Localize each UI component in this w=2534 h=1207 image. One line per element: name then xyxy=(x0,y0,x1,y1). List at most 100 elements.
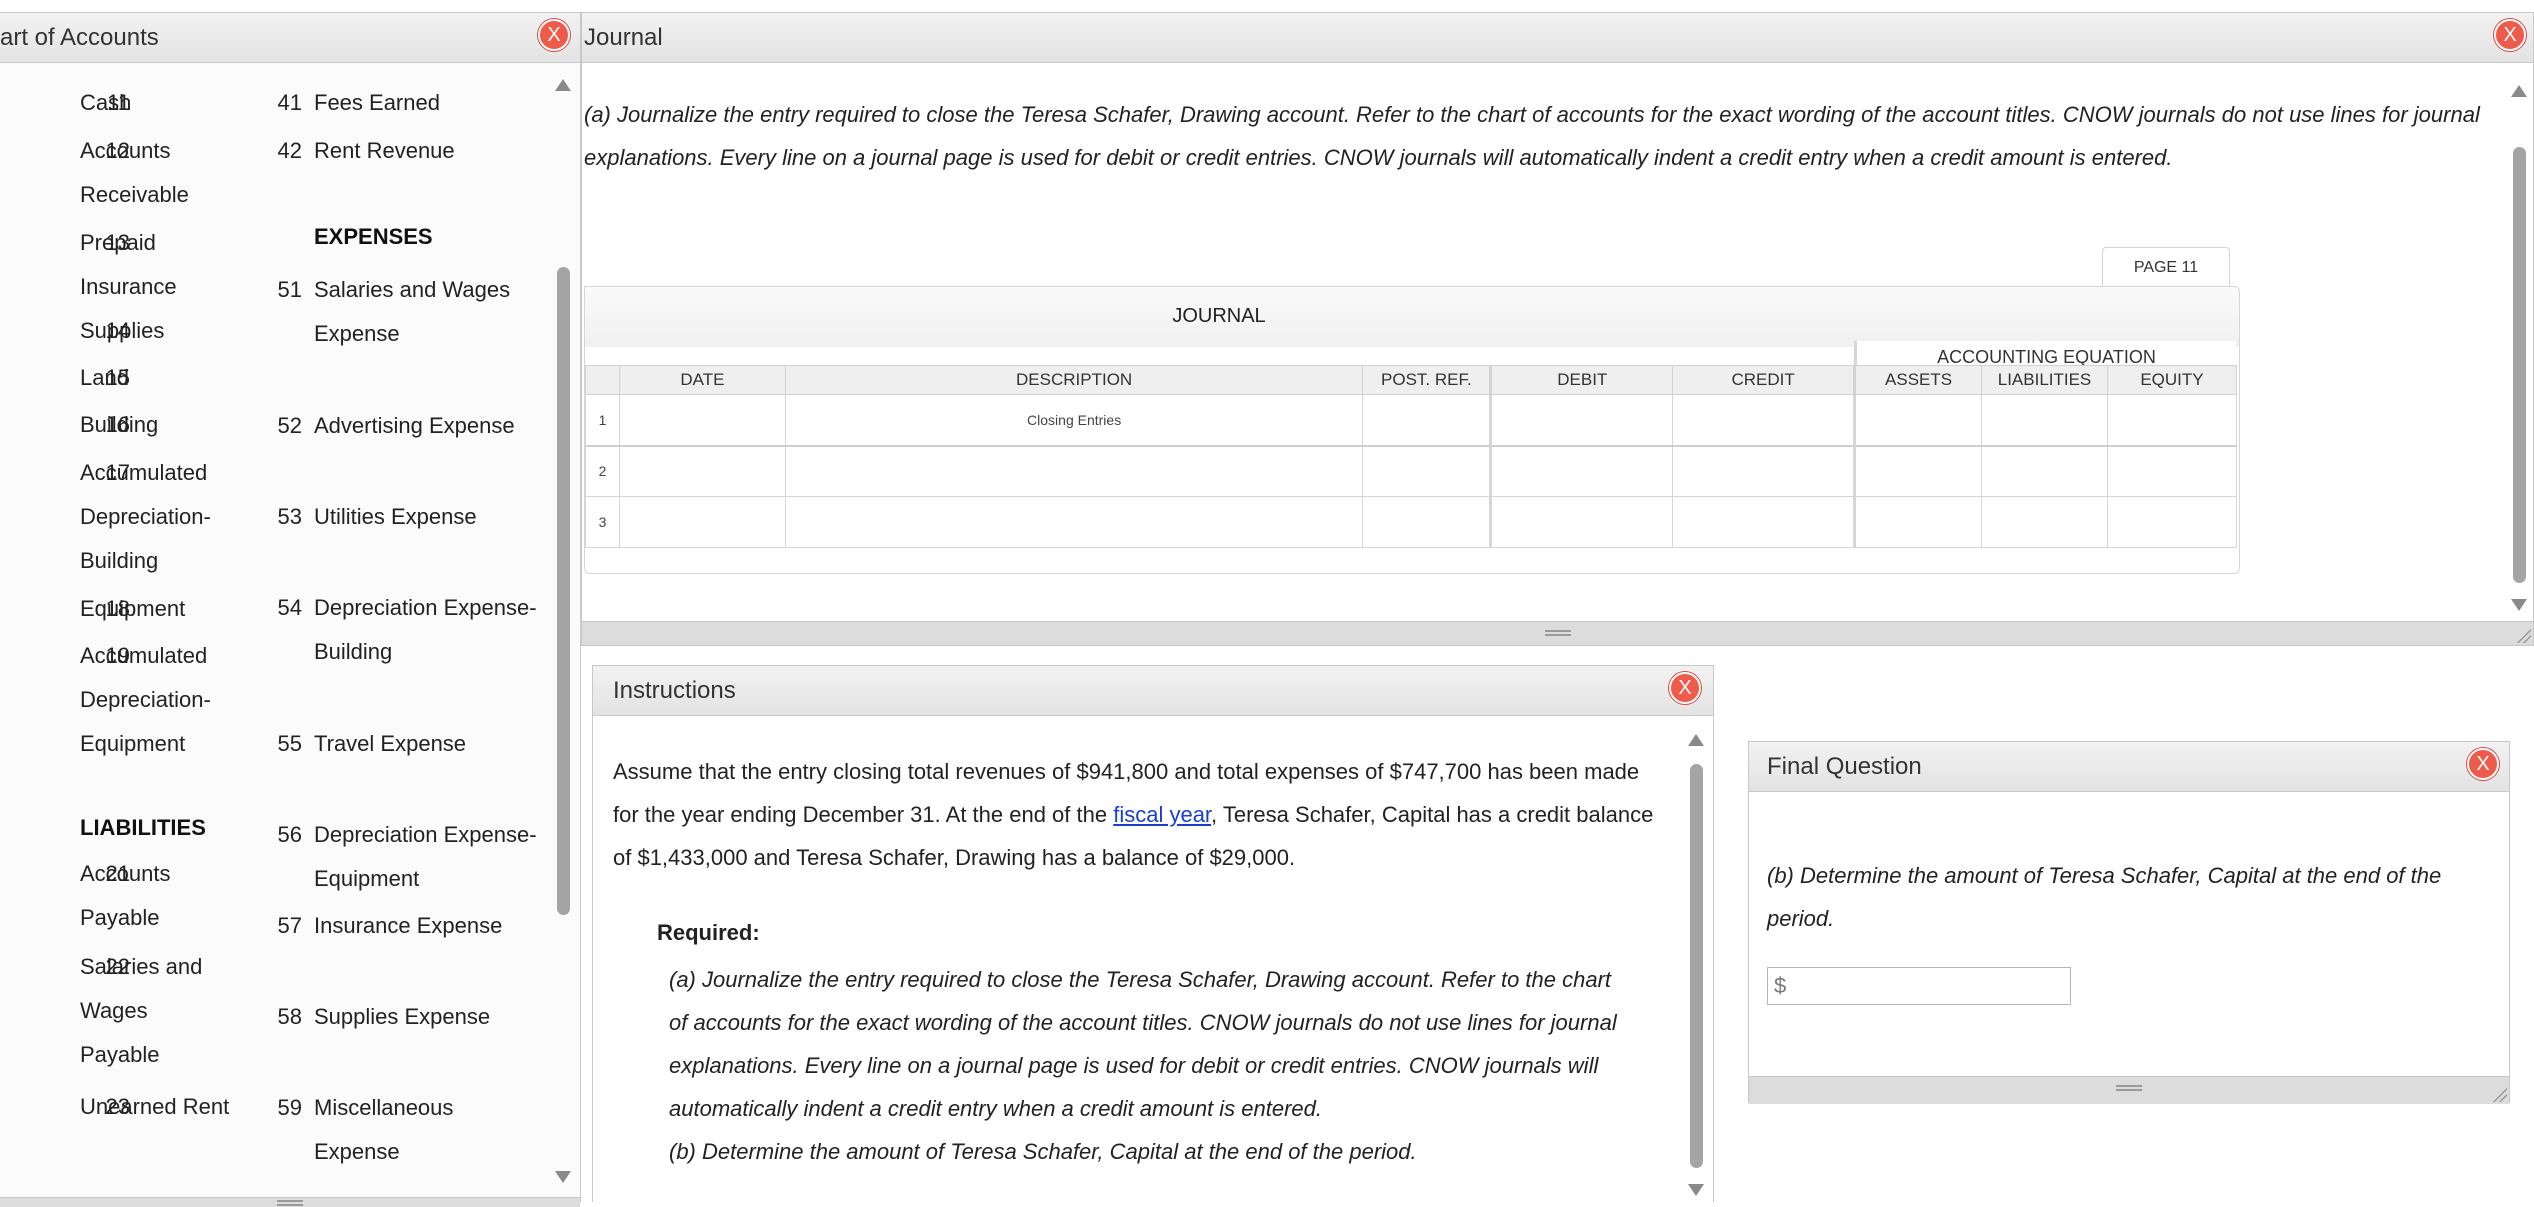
scroll-down-icon[interactable] xyxy=(1688,1184,1704,1196)
resize-corner-icon[interactable] xyxy=(2491,1086,2507,1102)
description-cell[interactable]: Closing Entries xyxy=(784,394,1364,446)
assets-cell[interactable] xyxy=(1854,496,1983,548)
fiscal-year-link[interactable]: fiscal year xyxy=(1113,802,1211,827)
coa-right-column: 41 Fees Earned 42 Rent Revenue EXPENSES 51 Sal… xyxy=(232,65,552,1185)
account-title: Insurance Expense xyxy=(314,913,503,938)
journal-row: 1 Closing Entries xyxy=(585,394,2237,446)
debit-cell[interactable] xyxy=(1490,394,1674,446)
date-cell[interactable] xyxy=(618,394,786,446)
post-ref-cell[interactable] xyxy=(1362,394,1493,446)
account-title: Prepaid Insurance xyxy=(80,230,177,299)
equity-cell[interactable] xyxy=(2107,496,2237,548)
close-icon[interactable]: X xyxy=(2494,19,2526,51)
close-icon[interactable]: X xyxy=(1669,672,1701,704)
journal-panel: Journal X (a) Journalize the entry requi… xyxy=(581,12,2534,646)
scroll-thumb[interactable] xyxy=(2513,147,2526,583)
journal-widget: JOURNAL ACCOUNTING EQUATION DATE DESCRIP… xyxy=(584,286,2240,574)
required-part-a: (a) Journalize the entry required to clo… xyxy=(669,967,1617,1121)
instructions-scrollbar[interactable] xyxy=(1685,726,1707,1203)
journal-scrollbar[interactable] xyxy=(2508,73,2530,623)
resize-grip-icon[interactable] xyxy=(277,1200,303,1206)
resize-grip-icon[interactable] xyxy=(1544,630,1571,636)
description-header: DESCRIPTION xyxy=(784,365,1364,395)
liabilities-cell[interactable] xyxy=(1981,394,2108,446)
accounting-equation-label: ACCOUNTING EQUATION xyxy=(1937,347,2156,365)
account-title: Advertising Expense xyxy=(314,413,515,438)
post-ref-header: POST. REF. xyxy=(1362,365,1493,395)
account-title: Land xyxy=(80,365,129,390)
credit-header: CREDIT xyxy=(1672,365,1857,395)
chart-of-accounts-titlebar[interactable]: art of Accounts xyxy=(0,13,580,63)
close-icon[interactable]: X xyxy=(538,19,570,51)
final-question-titlebar[interactable]: Final Question xyxy=(1749,742,2509,792)
final-question-resize-bar[interactable] xyxy=(1749,1076,2509,1104)
scroll-up-icon[interactable] xyxy=(2511,85,2527,97)
account-title: Supplies xyxy=(80,318,165,343)
account-title: Cash xyxy=(80,90,132,115)
account-title: Accumulated Depreciation-Building xyxy=(80,460,211,573)
account-number: 57 xyxy=(277,913,302,938)
final-question-text: (b) Determine the amount of Teresa Schaf… xyxy=(1767,863,2442,931)
instructions-titlebar[interactable]: Instructions xyxy=(593,666,1713,716)
journal-row: 2 xyxy=(585,445,2237,497)
instructions-panel: Instructions X Assume that the entry clo… xyxy=(592,665,1714,1203)
coa-resize-bar[interactable] xyxy=(0,1197,580,1207)
account-title: Accumulated Depreciation-Equipment xyxy=(80,643,211,756)
coa-scrollbar[interactable] xyxy=(552,71,574,1189)
description-cell[interactable] xyxy=(784,445,1364,497)
account-number: 56 xyxy=(277,822,302,847)
journal-titlebar[interactable]: Journal xyxy=(582,13,2533,63)
debit-cell[interactable] xyxy=(1490,445,1674,497)
instructions-body: Assume that the entry closing total reve… xyxy=(613,750,1667,879)
account-number: 51 xyxy=(277,277,302,302)
scroll-thumb[interactable] xyxy=(557,267,570,915)
debit-cell[interactable] xyxy=(1490,496,1674,548)
liabilities-cell[interactable] xyxy=(1981,496,2108,548)
account-number: 41 xyxy=(277,90,302,115)
capital-amount-input[interactable]: $ xyxy=(1767,967,2071,1005)
scroll-up-icon[interactable] xyxy=(1688,734,1704,746)
coa-left-column: 11 Cash 12 Accounts Receivable 13 Prepaid Ins… xyxy=(0,65,270,1185)
account-title: Miscellaneous Expense xyxy=(314,1095,454,1164)
row-number: 2 xyxy=(585,445,620,497)
resize-grip-icon[interactable] xyxy=(2116,1085,2142,1091)
instructions-title: Instructions xyxy=(613,677,736,704)
scroll-down-icon[interactable] xyxy=(2511,599,2527,611)
currency-symbol: $ xyxy=(1774,973,1787,998)
account-title: Accounts Payable xyxy=(80,861,171,930)
description-cell[interactable] xyxy=(784,496,1364,548)
account-number: 53 xyxy=(277,504,302,529)
credit-cell[interactable] xyxy=(1672,445,1857,497)
date-cell[interactable] xyxy=(618,496,786,548)
credit-cell[interactable] xyxy=(1672,496,1857,548)
required-label: Required: xyxy=(657,920,760,945)
liabilities-cell[interactable] xyxy=(1981,445,2108,497)
resize-corner-icon[interactable] xyxy=(2515,627,2531,643)
journal-title: JOURNAL xyxy=(1172,305,1266,327)
equity-cell[interactable] xyxy=(2107,445,2237,497)
account-number: 54 xyxy=(277,595,302,620)
assets-cell[interactable] xyxy=(1854,445,1983,497)
coa-section-heading: EXPENSES xyxy=(314,224,433,249)
credit-cell[interactable] xyxy=(1672,394,1857,446)
date-cell[interactable] xyxy=(618,445,786,497)
account-title: Fees Earned xyxy=(314,90,440,115)
journal-row: 3 xyxy=(585,496,2237,548)
equity-cell[interactable] xyxy=(2107,394,2237,446)
scroll-up-icon[interactable] xyxy=(555,79,571,91)
journal-resize-bar[interactable] xyxy=(582,621,2533,645)
account-title: Utilities Expense xyxy=(314,504,477,529)
assets-cell[interactable] xyxy=(1854,394,1983,446)
account-title: Accounts Receivable xyxy=(80,138,189,207)
close-icon[interactable]: X xyxy=(2467,748,2499,780)
account-title: Salaries and Wages Expense xyxy=(314,277,511,346)
date-header: DATE xyxy=(618,365,786,395)
equity-header: EQUITY xyxy=(2107,365,2237,395)
account-title: Rent Revenue xyxy=(314,138,455,163)
post-ref-cell[interactable] xyxy=(1362,445,1493,497)
post-ref-cell[interactable] xyxy=(1362,496,1493,548)
debit-header: DEBIT xyxy=(1490,365,1674,395)
account-title: Depreciation Expense-Building xyxy=(314,595,537,664)
scroll-down-icon[interactable] xyxy=(555,1171,571,1183)
scroll-thumb[interactable] xyxy=(1690,764,1703,1168)
